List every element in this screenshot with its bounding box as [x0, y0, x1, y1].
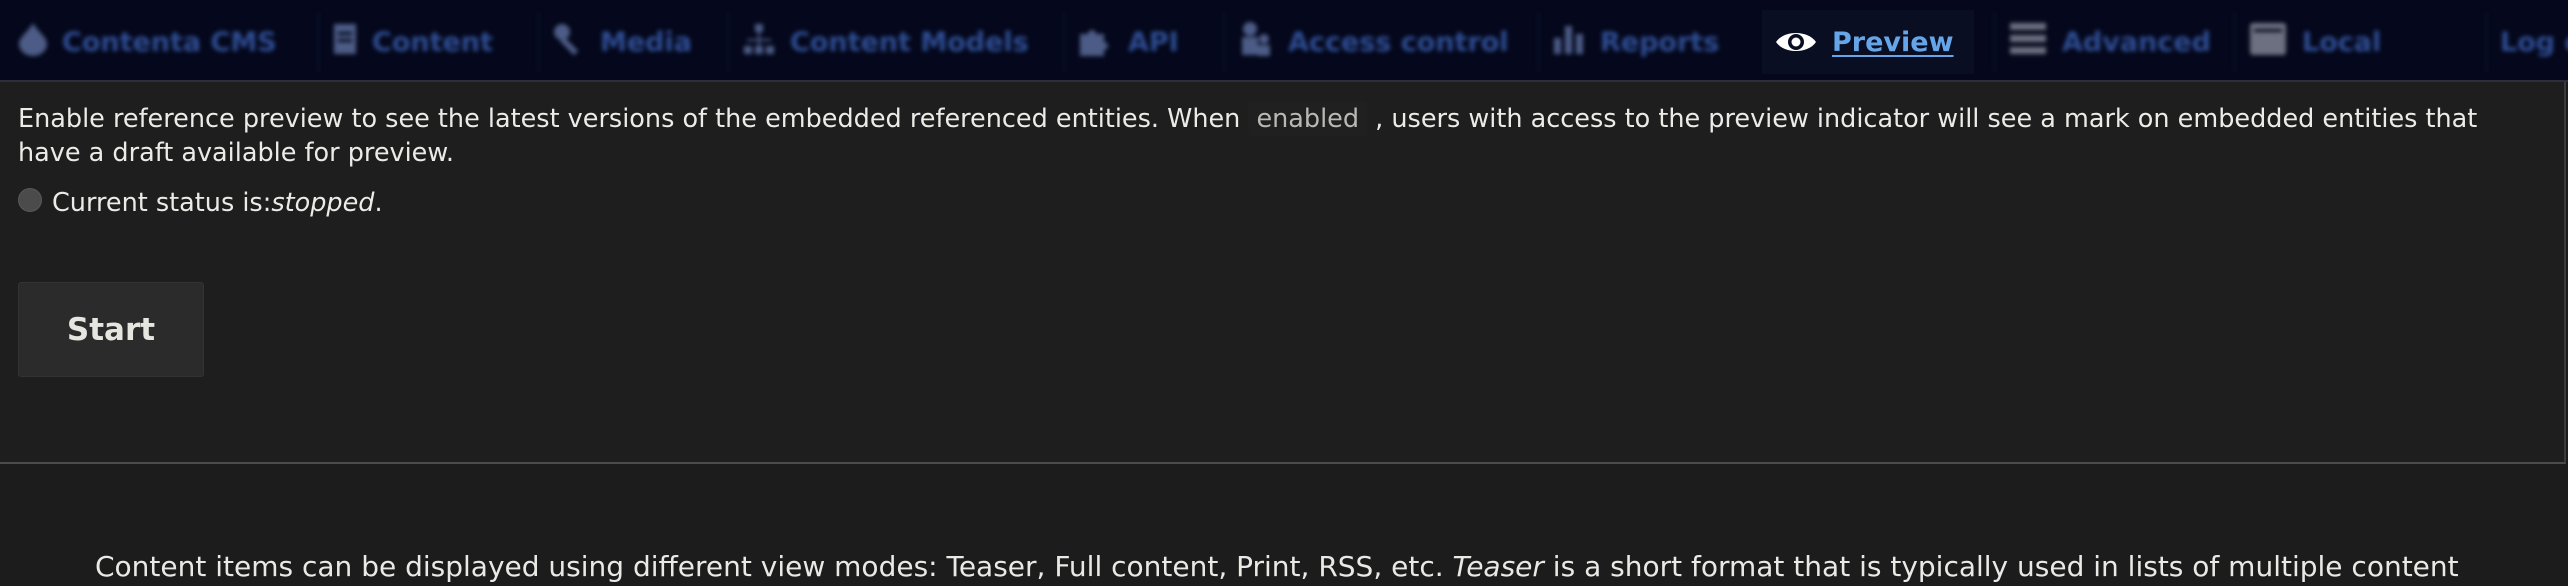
start-button[interactable]: Start [18, 282, 204, 377]
nav-item-label: Content Models [790, 26, 1029, 58]
nav-item-reports[interactable]: Reports [1537, 10, 1720, 74]
view-modes-text: Content items can be displayed using dif… [95, 550, 1453, 583]
nav-item-content[interactable]: Content [318, 10, 493, 74]
bar-chart-icon [1552, 22, 1586, 63]
nav-item-media[interactable]: Media [538, 10, 692, 74]
hamburger-icon [2008, 19, 2048, 66]
wrench-icon [552, 22, 586, 63]
local-icon [2248, 19, 2288, 66]
nav-item-label: Media [600, 26, 692, 58]
nav-item-preview[interactable]: Preview [1762, 10, 1974, 74]
nav-item-label: Access control [1288, 26, 1509, 58]
nav-item-label: Reports [1600, 26, 1720, 58]
drupal-drop-icon [18, 22, 48, 63]
people-icon [1238, 20, 1274, 65]
view-modes-text-end: is a short format that is typically used… [1543, 550, 2459, 583]
nav-item-contenta-cms[interactable]: Contenta CMS [18, 10, 277, 74]
nav-item-label: Content [372, 26, 493, 58]
status-row: Current status is: stopped. [18, 186, 383, 220]
nav-item-label: Contenta CMS [62, 26, 277, 58]
document-icon [332, 22, 358, 63]
nav-item-label: Log o [2500, 26, 2568, 58]
status-indicator-icon [18, 188, 42, 212]
status-value: stopped [271, 188, 375, 218]
nav-item-label: Local [2302, 26, 2382, 58]
view-modes-description: Content items can be displayed using dif… [95, 548, 2535, 586]
view-modes-italic: Teaser [1452, 550, 1544, 583]
status-label: Current status is: [52, 188, 272, 218]
admin-toolbar: Contenta CMS Content Media Content Model… [0, 0, 2568, 82]
nav-item-advanced[interactable]: Advanced [1994, 10, 2211, 74]
nav-item-local[interactable]: Local [2233, 10, 2382, 74]
status-suffix: . [374, 188, 383, 218]
nav-item-label: Advanced [2062, 26, 2211, 58]
eye-icon [1774, 28, 1818, 56]
puzzle-icon [1078, 22, 1114, 63]
nav-item-content-models[interactable]: Content Models [728, 10, 1029, 74]
nav-item-label: Preview [1832, 26, 1954, 58]
description-text: Enable reference preview to see the late… [18, 104, 1249, 134]
reference-preview-panel: Enable reference preview to see the late… [0, 82, 2566, 464]
hierarchy-icon [742, 22, 776, 63]
nav-item-log-out[interactable]: Log o [2485, 10, 2568, 74]
nav-item-label: API [1128, 26, 1179, 58]
nav-item-api[interactable]: API [1064, 10, 1179, 74]
enabled-chip: enabled [1248, 102, 1368, 136]
nav-item-access-control[interactable]: Access control [1224, 10, 1509, 74]
preview-description: Enable reference preview to see the late… [18, 102, 2518, 170]
